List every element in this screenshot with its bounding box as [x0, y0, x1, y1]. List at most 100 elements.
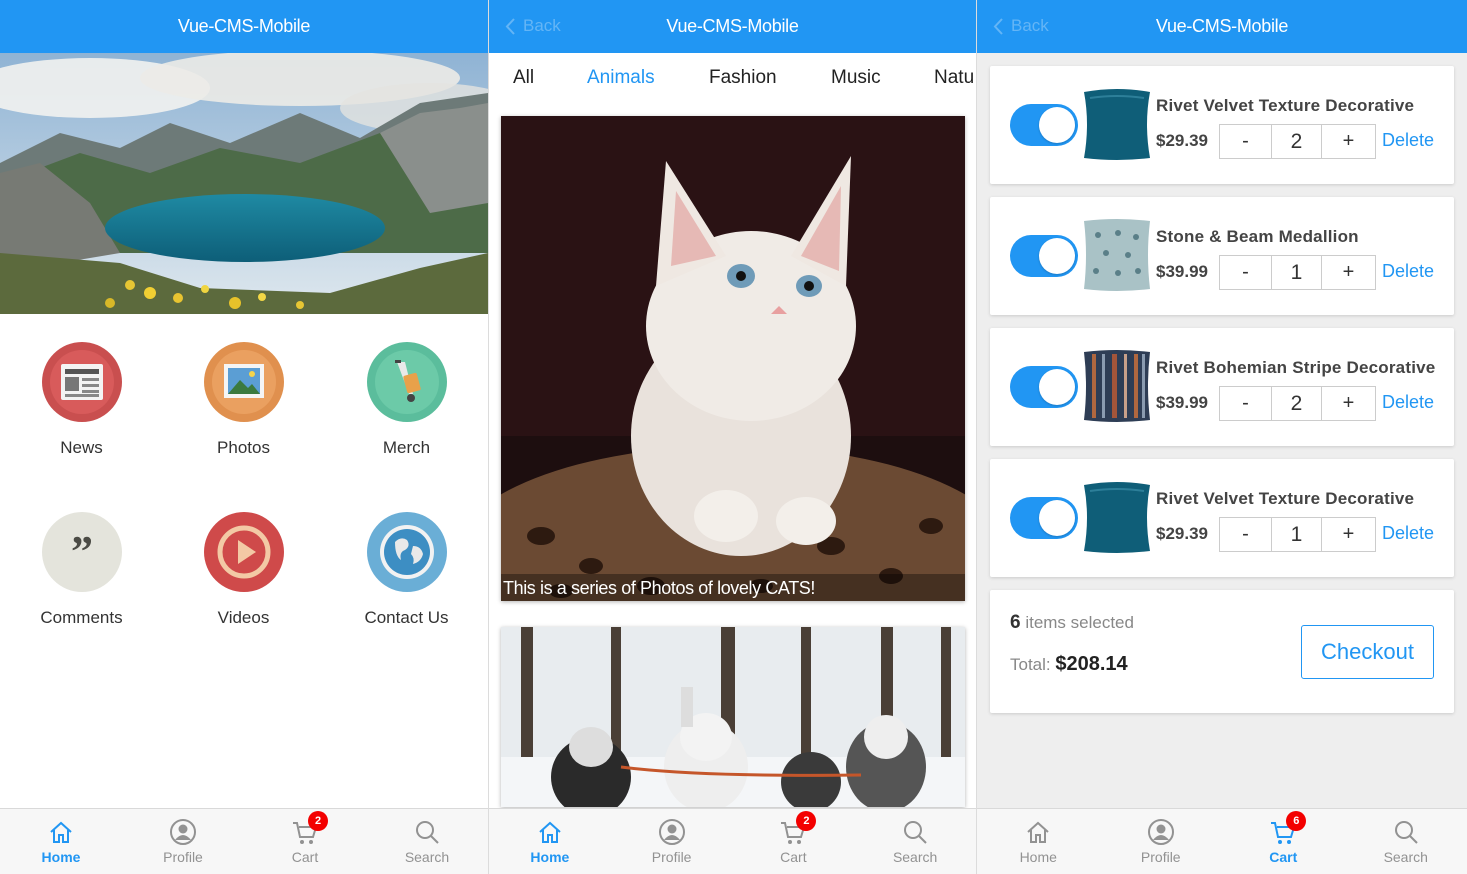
total-value: $208.14: [1055, 653, 1128, 675]
back-button[interactable]: Back: [505, 16, 561, 36]
category-animals[interactable]: Animals: [587, 67, 655, 89]
select-toggle[interactable]: [1010, 104, 1078, 146]
quantity-input[interactable]: 1: [1272, 256, 1322, 289]
app-header: Back Vue-CMS-Mobile: [489, 0, 976, 53]
search-icon: [1392, 818, 1420, 846]
tab-search[interactable]: Search: [1345, 809, 1467, 874]
checkout-button[interactable]: Checkout: [1301, 625, 1434, 679]
item-name: Rivet Velvet Texture Decorative: [1156, 96, 1415, 115]
merch-icon: [366, 342, 447, 422]
delete-link[interactable]: Delete: [1382, 523, 1434, 544]
cart-item: Stone & Beam Medallion $39.99 - 1 + Dele…: [990, 197, 1454, 315]
item-price: $29.39: [1156, 524, 1208, 543]
decrement-button[interactable]: -: [1220, 125, 1272, 158]
app-header: Vue-CMS-Mobile: [0, 0, 488, 53]
cart-icon: 6: [1269, 811, 1307, 846]
quantity-input[interactable]: 2: [1272, 125, 1322, 158]
grid-item-comments[interactable]: ” Comments: [0, 512, 163, 628]
profile-icon: [1147, 818, 1175, 846]
tab-bar: Home Profile 2 Cart Search: [489, 808, 976, 874]
delete-link[interactable]: Delete: [1382, 261, 1434, 282]
select-toggle[interactable]: [1010, 497, 1078, 539]
tab-cart[interactable]: 6 Cart: [1222, 809, 1345, 874]
category-fashion[interactable]: Fashion: [709, 67, 777, 89]
tab-profile[interactable]: Profile: [1100, 809, 1223, 874]
photo-caption: This is a series of Photos of lovely CAT…: [501, 574, 965, 601]
news-icon: [41, 342, 122, 422]
app-title: Vue-CMS-Mobile: [666, 16, 799, 36]
tab-search[interactable]: Search: [366, 809, 488, 874]
cart-item: Rivet Bohemian Stripe Decorative $39.99 …: [990, 328, 1454, 446]
grid-item-merch[interactable]: Merch: [325, 342, 488, 458]
toggle-knob: [1039, 369, 1075, 405]
select-toggle[interactable]: [1010, 235, 1078, 277]
item-name: Stone & Beam Medallion: [1156, 227, 1359, 246]
delete-link[interactable]: Delete: [1382, 392, 1434, 413]
category-tabs: All Animals Fashion Music Natu: [489, 53, 976, 103]
quantity-stepper: - 1 +: [1219, 255, 1376, 290]
toggle-knob: [1039, 107, 1075, 143]
grid-item-contact-us[interactable]: Contact Us: [325, 512, 488, 628]
back-button[interactable]: Back: [993, 16, 1049, 36]
cart-total: Total: $208.14: [1010, 653, 1128, 675]
item-price: $39.99: [1156, 262, 1208, 281]
increment-button[interactable]: +: [1322, 125, 1375, 158]
home-icon: [47, 818, 75, 846]
tab-profile[interactable]: Profile: [122, 809, 244, 874]
tab-home[interactable]: Home: [0, 809, 122, 874]
select-toggle[interactable]: [1010, 366, 1078, 408]
category-nature[interactable]: Natu: [934, 67, 974, 89]
item-price: $39.99: [1156, 393, 1208, 412]
chevron-left-icon: [505, 17, 515, 35]
home-icon: [536, 818, 564, 846]
quantity-stepper: - 2 +: [1219, 386, 1376, 421]
cart-badge: 6: [1286, 811, 1307, 831]
increment-button[interactable]: +: [1322, 518, 1375, 551]
svg-text:”: ”: [71, 527, 93, 576]
cart-item: Rivet Velvet Texture Decorative $29.39 -…: [990, 459, 1454, 577]
photos-screen: Back Vue-CMS-Mobile All Animals Fashion …: [489, 0, 976, 874]
category-music[interactable]: Music: [831, 67, 881, 89]
increment-button[interactable]: +: [1322, 387, 1375, 420]
app-header: Back Vue-CMS-Mobile: [977, 0, 1467, 53]
tab-cart[interactable]: 2 Cart: [244, 809, 366, 874]
cart-icon: 2: [291, 811, 328, 846]
quantity-input[interactable]: 2: [1272, 387, 1322, 420]
grid-item-videos[interactable]: Videos: [162, 512, 325, 628]
mountain-lake-image: [0, 53, 488, 314]
profile-icon: [169, 818, 197, 846]
tab-cart[interactable]: 2 Cart: [733, 809, 855, 874]
app-title: Vue-CMS-Mobile: [177, 16, 311, 36]
grid-item-news[interactable]: News: [0, 342, 163, 458]
delete-link[interactable]: Delete: [1382, 130, 1434, 151]
decrement-button[interactable]: -: [1220, 387, 1272, 420]
cart-item: Rivet Velvet Texture Decorative $29.39 -…: [990, 66, 1454, 184]
cart-summary: 6 items selected Total: $208.14 Checkout: [990, 590, 1454, 713]
grid-item-photos[interactable]: Photos: [162, 342, 325, 458]
decrement-button[interactable]: -: [1220, 256, 1272, 289]
photo-card-cat[interactable]: This is a series of Photos of lovely CAT…: [501, 116, 965, 601]
chevron-left-icon: [993, 17, 1003, 35]
home-screen: Vue-CMS-Mobile News Photos Merch ” Comme…: [0, 0, 488, 874]
profile-icon: [658, 818, 686, 846]
product-image: [1078, 84, 1156, 164]
toggle-knob: [1039, 500, 1075, 536]
search-icon: [413, 818, 441, 846]
cart-screen: Back Vue-CMS-Mobile Rivet Velvet Texture…: [977, 0, 1467, 874]
quantity-stepper: - 1 +: [1219, 517, 1376, 552]
tab-search[interactable]: Search: [854, 809, 976, 874]
app-title: Vue-CMS-Mobile: [1155, 16, 1289, 36]
photos-icon: [203, 342, 284, 422]
tab-home[interactable]: Home: [977, 809, 1100, 874]
tab-profile[interactable]: Profile: [611, 809, 733, 874]
photo-card-huskies[interactable]: [501, 627, 965, 807]
hero-banner[interactable]: [0, 53, 488, 314]
quantity-input[interactable]: 1: [1272, 518, 1322, 551]
item-price: $29.39: [1156, 131, 1208, 150]
tab-bar: Home Profile 2 Cart Search: [0, 808, 488, 874]
quantity-stepper: - 2 +: [1219, 124, 1376, 159]
increment-button[interactable]: +: [1322, 256, 1375, 289]
tab-home[interactable]: Home: [489, 809, 611, 874]
category-all[interactable]: All: [513, 67, 534, 89]
decrement-button[interactable]: -: [1220, 518, 1272, 551]
